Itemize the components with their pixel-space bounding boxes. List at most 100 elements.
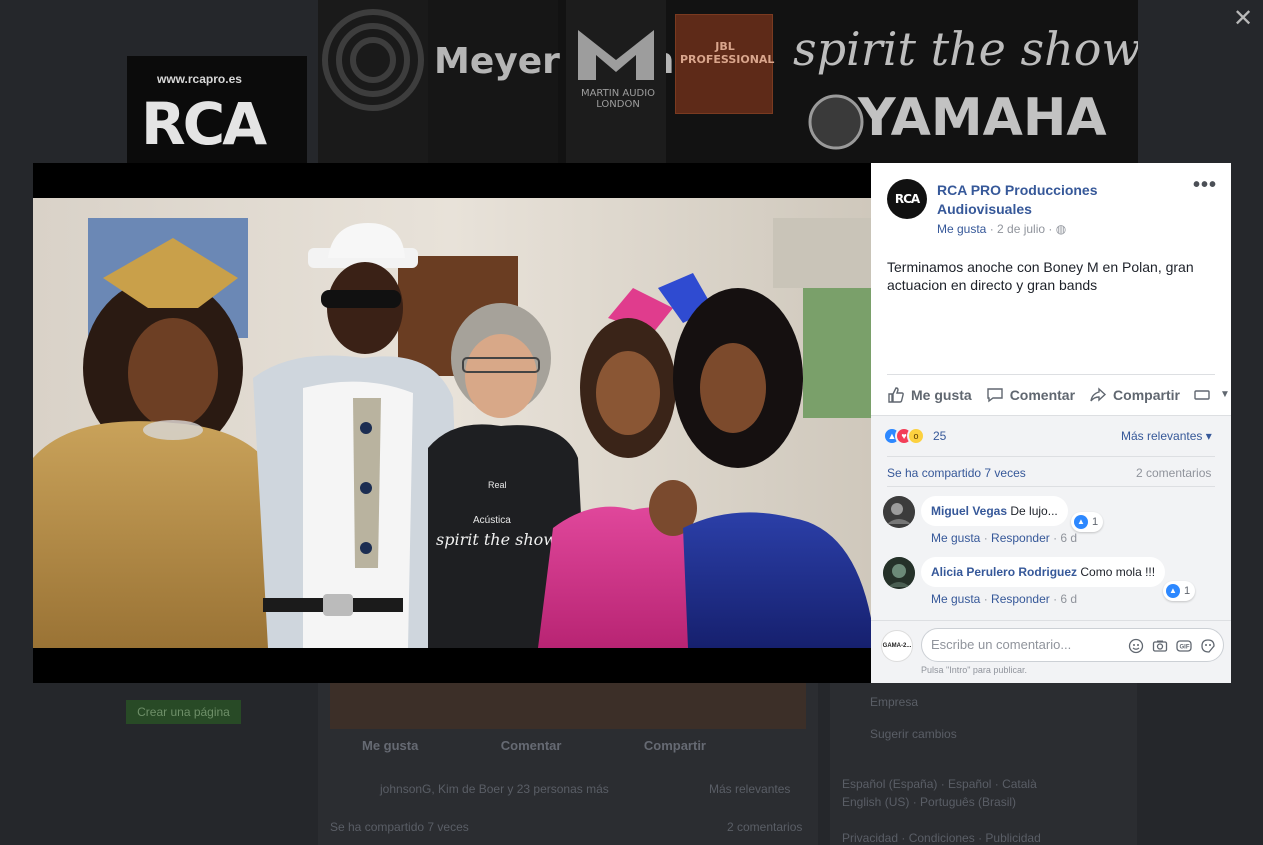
- bg-shared-text[interactable]: Se ha compartido 7 veces: [330, 820, 469, 834]
- comment-age[interactable]: 6 d: [1060, 592, 1077, 606]
- comment-label: Comentar: [1009, 386, 1076, 403]
- comment-actions: Me gusta · Responder · 6 d: [931, 592, 1078, 606]
- globe-icon: ◍: [1055, 222, 1067, 236]
- comment-reaction-badge[interactable]: ▲ 1: [1163, 581, 1196, 601]
- commenter-avatar[interactable]: [883, 557, 915, 589]
- like-label: Me gusta: [911, 386, 972, 403]
- bg-comment-button[interactable]: Comentar: [501, 738, 562, 762]
- author-avatar[interactable]: RCA: [887, 179, 927, 219]
- comment-reply-link[interactable]: Responder: [991, 531, 1050, 545]
- camera-icon[interactable]: [1151, 637, 1169, 655]
- commenter-avatar[interactable]: [883, 496, 915, 528]
- bg-footer[interactable]: Privacidad · Condiciones · Publicidad: [842, 831, 1041, 845]
- page-logo: www.rcapro.es RCA: [127, 56, 307, 163]
- meta-separator-2: ·: [1045, 222, 1056, 236]
- comment-like-link[interactable]: Me gusta: [931, 592, 980, 606]
- cover-brand-martin: MARTIN AUDIO LONDON: [580, 88, 656, 110]
- writer-avatar[interactable]: GAMA-2...: [881, 630, 913, 662]
- more-options-icon[interactable]: •••: [1193, 175, 1217, 197]
- comment-reaction-badge[interactable]: ▲ 1: [1071, 512, 1104, 532]
- bg-languages-2[interactable]: English (US) · Português (Brasil): [842, 795, 1016, 809]
- share-icon: [1090, 386, 1107, 402]
- photo-illustration: Real Acústica spirit the show: [33, 198, 871, 648]
- comment-icon: [986, 387, 1003, 402]
- comments-count[interactable]: 2 comentarios: [1136, 466, 1211, 480]
- publish-hint: Pulsa "Intro" para publicar.: [921, 665, 1027, 675]
- cover-spirit-text: spirit the show: [793, 22, 1138, 76]
- background-post-image: [330, 683, 806, 729]
- comment-like-count: 1: [1092, 516, 1099, 528]
- comment-text: Como mola !!!: [1080, 565, 1156, 579]
- cover-speaker-grill: [318, 0, 428, 163]
- gif-icon[interactable]: GIF: [1175, 637, 1193, 655]
- comment-input[interactable]: [931, 637, 1111, 652]
- divider: [887, 486, 1215, 487]
- shirt-text-spirit: spirit the show: [436, 530, 557, 549]
- thumbs-up-icon: [888, 386, 904, 403]
- comment-actions: Me gusta · Responder · 6 d: [931, 531, 1078, 545]
- comment-reply-link[interactable]: Responder: [991, 592, 1050, 606]
- cover-photo: Meyer Sound MARTIN AUDIO LONDON JBL PROF…: [318, 0, 1138, 163]
- like-reaction-icon: ▲: [1074, 515, 1088, 529]
- comment-bubble: Alicia Perulero Rodriguez Como mola !!!: [921, 557, 1166, 587]
- post-meta: Me gusta · 2 de julio · ◍: [937, 222, 1066, 236]
- audience-icon: [1194, 389, 1210, 400]
- bg-suggest[interactable]: Sugerir cambios: [870, 727, 957, 741]
- comments-section: ▲ ♥ o 25 Más relevantes ▾ Se ha comparti…: [871, 415, 1231, 683]
- shared-count[interactable]: Se ha compartido 7 veces: [887, 466, 1026, 480]
- emoji-icon[interactable]: [1127, 637, 1145, 655]
- background-sidebar: Empresa Sugerir cambios Español (España)…: [830, 683, 1137, 845]
- meta-separator: ·: [986, 222, 998, 236]
- bg-share-button[interactable]: Compartir: [644, 738, 706, 762]
- comment-button[interactable]: Comentar: [986, 386, 1075, 404]
- reactions-count[interactable]: 25: [933, 429, 946, 443]
- share-button[interactable]: Compartir: [1089, 386, 1180, 404]
- comment-like-count: 1: [1184, 585, 1191, 597]
- share-label: Compartir: [1113, 386, 1180, 403]
- comment-age[interactable]: 6 d: [1060, 531, 1077, 545]
- sort-relevant-dropdown[interactable]: Más relevantes ▾: [1121, 429, 1212, 443]
- bg-like-button[interactable]: Me gusta: [362, 738, 418, 762]
- photo-stage: Real Acústica spirit the show: [33, 163, 871, 683]
- cover-brand-jbl: JBL PROFESSIONAL: [680, 40, 775, 66]
- like-reaction-icon: ▲: [1166, 584, 1180, 598]
- background-reactions: johnsonG, Kim de Boer y 23 personas más …: [330, 782, 806, 798]
- logo-url: www.rcapro.es: [157, 72, 242, 86]
- chevron-down-icon: ▼: [1219, 389, 1230, 400]
- divider: [871, 620, 1231, 621]
- bg-comments-count[interactable]: 2 comentarios: [727, 820, 802, 834]
- comment-tools: GIF: [1121, 637, 1217, 655]
- audience-selector[interactable]: ▼: [1194, 389, 1230, 401]
- commenter-name[interactable]: Alicia Perulero Rodriguez: [931, 565, 1077, 579]
- bg-relevant[interactable]: Más relevantes: [709, 782, 790, 796]
- post-text: Terminamos anoche con Boney M en Polan, …: [887, 259, 1194, 293]
- post-side-panel: RCA RCA PRO Producciones Audiovisuales M…: [871, 163, 1231, 683]
- close-icon[interactable]: ✕: [1232, 7, 1254, 31]
- svg-text:GIF: GIF: [1180, 645, 1190, 651]
- comment-like-link[interactable]: Me gusta: [931, 531, 980, 545]
- post-actions: Me gusta Comentar Compartir ▼: [887, 374, 1230, 414]
- like-button[interactable]: Me gusta: [887, 386, 972, 404]
- avatar-image: [883, 496, 915, 528]
- shirt-text-real: Real: [488, 480, 507, 490]
- create-page-button[interactable]: Crear una página: [126, 700, 241, 724]
- sticker-icon[interactable]: [1199, 637, 1217, 655]
- cover-brand-yamaha: YAMAHA: [858, 88, 1107, 148]
- comment-bubble: Miguel Vegas De lujo...: [921, 496, 1068, 526]
- comment-box[interactable]: GIF: [921, 628, 1224, 662]
- reactions-row[interactable]: ▲ ♥ o 25: [883, 426, 946, 446]
- bg-reactions-text[interactable]: johnsonG, Kim de Boer y 23 personas más: [380, 782, 609, 796]
- bg-company: Empresa: [870, 695, 919, 709]
- post-photo[interactable]: Real Acústica spirit the show: [33, 198, 871, 648]
- wow-reaction-icon: o: [907, 427, 925, 445]
- bg-languages[interactable]: Español (España) · Español · Català: [842, 777, 1037, 791]
- post-author[interactable]: RCA PRO Producciones Audiovisuales: [937, 181, 1167, 219]
- yamaha-logo-icon: [808, 94, 864, 150]
- avatar-image: [883, 557, 915, 589]
- commenter-name[interactable]: Miguel Vegas: [931, 504, 1007, 518]
- shirt-text-acustica: Acústica: [473, 515, 511, 526]
- page-like-link[interactable]: Me gusta: [937, 222, 986, 236]
- comment-text: De lujo...: [1010, 504, 1058, 518]
- post-date[interactable]: 2 de julio: [997, 222, 1045, 236]
- divider: [887, 456, 1215, 457]
